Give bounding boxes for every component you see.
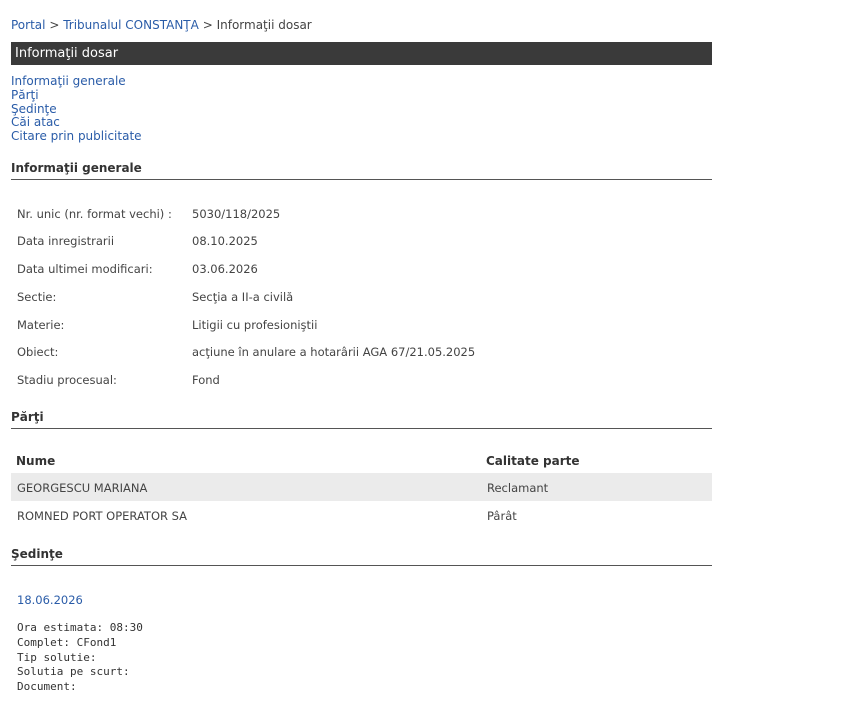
info-label: Stadiu procesual:	[17, 373, 117, 387]
section-heading-parti: Părţi	[11, 410, 712, 429]
sedinta-tip-solutie: Tip solutie:	[17, 650, 97, 664]
party-name: GEORGESCU MARIANA	[17, 481, 148, 495]
section-nav: Informaţii generale Părţi Şedinţe Căi at…	[11, 74, 142, 144]
nav-link-sedinte[interactable]: Şedinţe	[11, 102, 142, 117]
breadcrumb-separator: >	[202, 18, 213, 32]
breadcrumb-court-link[interactable]: Tribunalul CONSTANŢA	[63, 18, 199, 32]
page: Portal > Tribunalul CONSTANŢA > Informaţ…	[0, 0, 855, 704]
sedinta-document: Document:	[17, 680, 77, 694]
party-role: Pârât	[487, 509, 517, 523]
party-role: Reclamant	[487, 481, 549, 495]
parti-table: Nume Calitate parte GEORGESCU MARIANA Re…	[11, 448, 712, 529]
info-label: Sectie:	[17, 290, 57, 304]
breadcrumb: Portal > Tribunalul CONSTANŢA > Informaţ…	[11, 18, 312, 32]
nav-link-citare-publicitate[interactable]: Citare prin publicitate	[11, 129, 142, 144]
column-header-calitate: Calitate parte	[486, 454, 580, 468]
info-value: Litigii cu profesioniştii	[192, 318, 318, 332]
sedinta-ora: Ora estimata: 08:30	[17, 621, 143, 634]
table-header: Nume Calitate parte	[11, 448, 712, 473]
section-heading-general: Informaţii generale	[11, 161, 712, 180]
nav-link-parti[interactable]: Părţi	[11, 88, 142, 103]
sedinta-solutia: Solutia pe scurt:	[17, 665, 130, 679]
info-value: Fond	[192, 373, 220, 387]
sedinta-date: 18.06.2026	[17, 593, 83, 607]
info-value: 5030/118/2025	[192, 207, 281, 221]
nav-link-informatii-generale[interactable]: Informaţii generale	[11, 74, 142, 89]
nav-link-cai-atac[interactable]: Căi atac	[11, 116, 142, 130]
table-row: ROMNED PORT OPERATOR SA Pârât	[11, 501, 712, 529]
info-label: Nr. unic (nr. format vechi) :	[17, 207, 172, 221]
breadcrumb-current: Informaţii dosar	[216, 18, 312, 32]
section-heading-sedinte: Şedinţe	[11, 547, 712, 566]
info-label: Materie:	[17, 318, 65, 332]
info-value: 08.10.2025	[192, 234, 258, 248]
info-value: acţiune în anulare a hotarârii AGA 67/21…	[192, 345, 476, 359]
breadcrumb-separator: >	[49, 18, 60, 32]
party-name: ROMNED PORT OPERATOR SA	[17, 509, 188, 523]
info-label: Data inregistrarii	[17, 234, 115, 248]
page-title-bar: Informaţii dosar	[11, 42, 712, 65]
breadcrumb-portal-link[interactable]: Portal	[11, 18, 45, 32]
info-label: Obiect:	[17, 345, 59, 359]
sedinta-complet: Complet: CFond1	[17, 635, 117, 649]
column-header-nume: Nume	[16, 454, 56, 468]
info-value: Secţia a II-a civilă	[192, 290, 294, 304]
info-value: 03.06.2026	[192, 262, 258, 276]
info-label: Data ultimei modificari:	[17, 262, 153, 276]
sedinta-details: Ora estimata: 08:30 Complet: CFond1 Tip so…	[17, 621, 143, 695]
table-row: GEORGESCU MARIANA Reclamant	[11, 473, 712, 501]
